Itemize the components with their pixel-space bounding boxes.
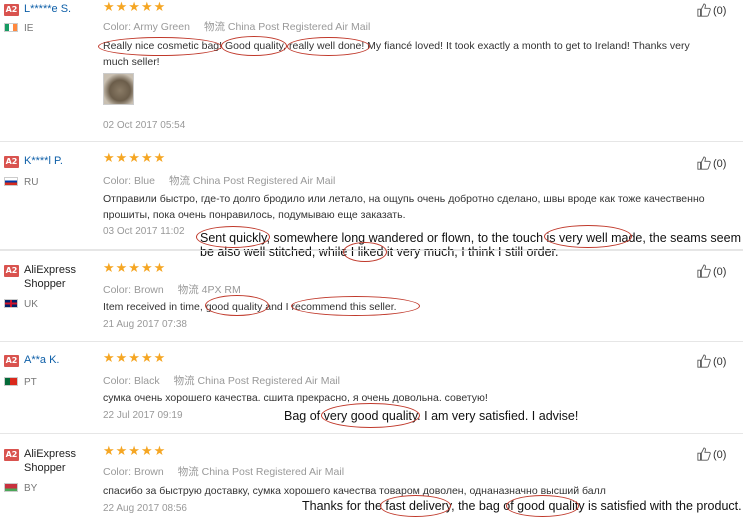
star-rating: ★★★★★ bbox=[103, 444, 167, 459]
star-rating: ★★★★★ bbox=[103, 261, 167, 276]
reviewer-name[interactable]: AliExpress Shopper bbox=[24, 447, 84, 475]
reviewer-country: BY bbox=[4, 483, 37, 494]
shipping-icon: 物流 bbox=[203, 21, 225, 33]
reviewer-country: PT bbox=[4, 377, 37, 388]
review-translation: Bag of very good quality. I am very sati… bbox=[284, 409, 579, 423]
reviewer-country: IE bbox=[4, 23, 33, 34]
review-item: A2 K****l P. RU ★★★★★ Color: Blue 物流 Chin… bbox=[0, 142, 743, 250]
review-meta: Color: Black 物流 China Post Registered Air… bbox=[103, 375, 340, 387]
review-text: Really nice cosmetic bag! Good quality, … bbox=[103, 40, 690, 68]
review-text: Item received in time, good quality and … bbox=[103, 301, 397, 313]
belarus-flag-icon bbox=[4, 483, 18, 492]
reviewer-name[interactable]: AliExpress Shopper bbox=[24, 263, 84, 291]
reviewer-name[interactable]: K****l P. bbox=[24, 155, 63, 167]
star-rating: ★★★★★ bbox=[103, 0, 167, 15]
review-text: сумка очень хорошего качества. сшита пре… bbox=[103, 392, 488, 404]
buyer-level-badge: A2 bbox=[4, 265, 19, 277]
portugal-flag-icon bbox=[4, 377, 18, 386]
review-photo-thumbnail[interactable] bbox=[103, 73, 134, 105]
review-text: спасибо за быструю доставку, сумка хорош… bbox=[103, 485, 606, 497]
review-meta: Color: Brown 物流 4PX RM bbox=[103, 284, 241, 296]
review-text: Отправили быстро, где-то долго бродило и… bbox=[103, 193, 705, 221]
buyer-level-badge: A2 bbox=[4, 449, 19, 461]
thumbs-up-icon bbox=[697, 447, 711, 461]
review-date: 02 Oct 2017 05:54 bbox=[103, 120, 186, 131]
shipping-icon: 物流 bbox=[173, 375, 195, 387]
review-date: 03 Oct 2017 11:02 bbox=[103, 226, 185, 237]
reviewer-name[interactable]: L*****e S. bbox=[24, 3, 71, 15]
review-meta: Color: Blue 物流 China Post Registered Air … bbox=[103, 175, 336, 187]
helpful-button[interactable]: (0) bbox=[697, 354, 726, 368]
review-date: 21 Aug 2017 07:38 bbox=[103, 319, 187, 330]
review-translation-line-1: Sent quickly, somewhere long wandered or… bbox=[200, 231, 743, 245]
review-date: 22 Jul 2017 09:19 bbox=[103, 410, 183, 421]
helpful-button[interactable]: (0) bbox=[697, 264, 726, 278]
review-meta: Color: Brown 物流 China Post Registered Air… bbox=[103, 466, 345, 478]
reviewer-name[interactable]: A**a K. bbox=[24, 354, 59, 366]
review-date: 22 Aug 2017 08:56 bbox=[103, 503, 187, 514]
thumbs-up-icon bbox=[697, 264, 711, 278]
helpful-button[interactable]: (0) bbox=[697, 447, 726, 461]
shipping-icon: 物流 bbox=[177, 284, 199, 296]
thumbs-up-icon bbox=[697, 156, 711, 170]
star-rating: ★★★★★ bbox=[103, 351, 167, 366]
helpful-button[interactable]: (0) bbox=[697, 156, 726, 170]
reviewer-country: UK bbox=[4, 299, 38, 310]
shipping-icon: 物流 bbox=[177, 466, 199, 478]
star-rating: ★★★★★ bbox=[103, 151, 167, 166]
review-translation: Thanks for the fast delivery, the bag of… bbox=[302, 499, 742, 513]
review-meta: Color: Army Green 物流 China Post Registere… bbox=[103, 21, 371, 33]
reviewer-country: RU bbox=[4, 177, 38, 188]
review-item: A2 L*****e S. IE ★★★★★ Color: Army Green… bbox=[0, 0, 743, 142]
buyer-level-badge: A2 bbox=[4, 156, 19, 168]
thumbs-up-icon bbox=[697, 3, 711, 17]
uk-flag-icon bbox=[4, 299, 18, 308]
buyer-level-badge: A2 bbox=[4, 4, 19, 16]
ireland-flag-icon bbox=[4, 23, 18, 32]
review-item: A2 AliExpress Shopper BY ★★★★★ Color: Br… bbox=[0, 434, 743, 517]
russia-flag-icon bbox=[4, 177, 18, 186]
review-item: A2 AliExpress Shopper UK ★★★★★ Color: Br… bbox=[0, 250, 743, 342]
thumbs-up-icon bbox=[697, 354, 711, 368]
helpful-button[interactable]: (0) bbox=[697, 3, 726, 17]
buyer-level-badge: A2 bbox=[4, 355, 19, 367]
shipping-icon: 物流 bbox=[168, 175, 190, 187]
review-item: A2 A**a K. PT ★★★★★ Color: Black 物流 China… bbox=[0, 342, 743, 434]
